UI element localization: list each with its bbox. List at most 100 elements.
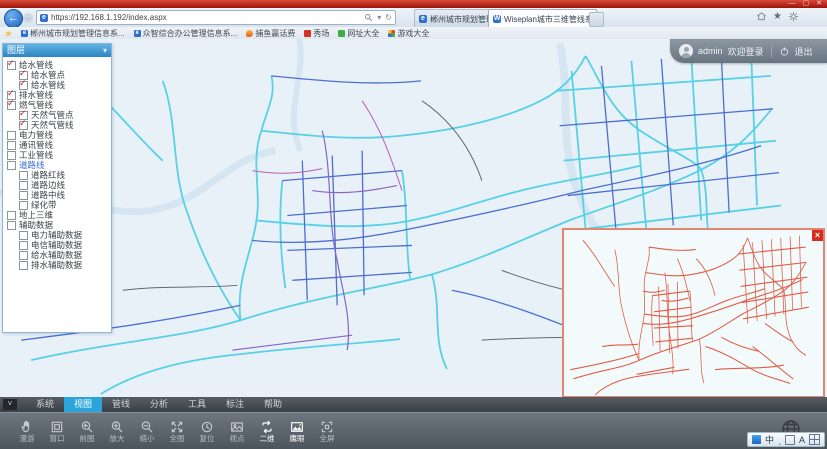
favorite-item[interactable]: 捕鱼赢话费: [246, 28, 295, 39]
toolbar-button-zoom-out[interactable]: 缩小: [133, 415, 161, 448]
checkbox[interactable]: [19, 191, 28, 200]
toolbar-button-zoom-in[interactable]: 放大: [103, 415, 131, 448]
favorite-label: 众智综合办公管理信息系...: [143, 28, 238, 39]
menu-tab-pipeline[interactable]: 管线: [102, 397, 140, 412]
menu-tab-annotate[interactable]: 标注: [216, 397, 254, 412]
address-dropdown-icon[interactable]: ▾: [377, 13, 381, 22]
ime-keyboard-icon[interactable]: [809, 434, 820, 445]
overview-close-button[interactable]: ×: [812, 230, 823, 241]
layer-item[interactable]: 天然气管线: [5, 120, 109, 130]
tab-wiseplan-3d[interactable]: W Wiseplan城市三维管线系... ×: [488, 9, 597, 28]
toolbar-button-previous-view[interactable]: 前图: [73, 415, 101, 448]
menu-tab-tools[interactable]: 工具: [178, 397, 216, 412]
layer-item[interactable]: 给水管线: [5, 80, 109, 90]
checkbox[interactable]: [19, 241, 28, 250]
favorites-icon[interactable]: ★: [773, 11, 782, 22]
layer-panel: 图层 ▾ 给水管线 给水管点 给水管线 排水管线 燃气管线 天然气管点 天然气管…: [2, 43, 112, 333]
home-icon[interactable]: [756, 11, 767, 22]
ime-punctuation-toggle[interactable]: ˏ: [778, 435, 781, 445]
red-app-icon: [304, 30, 311, 37]
layer-item[interactable]: 绿化带: [5, 200, 109, 210]
favorite-label: 游戏大全: [397, 28, 429, 39]
toolbar-button-fullscreen[interactable]: 全屏: [313, 415, 341, 448]
tab2-label: Wiseplan城市三维管线系...: [504, 14, 597, 25]
divider: [771, 45, 772, 58]
page-favicon-icon: e: [40, 14, 48, 22]
favorite-label: 郴州城市规划管理信息系...: [30, 28, 125, 39]
checkbox[interactable]: [7, 161, 16, 170]
layer-panel-header[interactable]: 图层 ▾: [3, 44, 111, 57]
ie-favicon-icon: e: [21, 30, 28, 37]
flame-icon: [246, 30, 253, 37]
checkbox[interactable]: [19, 121, 28, 130]
favorite-label: 秀场: [313, 28, 329, 39]
checkbox[interactable]: [7, 151, 16, 160]
menu-tab-system[interactable]: 系统: [26, 397, 64, 412]
url-text[interactable]: https://192.168.1.192/index.aspx: [51, 13, 361, 22]
gear-icon[interactable]: [788, 11, 799, 22]
checkbox[interactable]: [19, 171, 28, 180]
checkbox[interactable]: [7, 221, 16, 230]
checkbox[interactable]: [7, 131, 16, 140]
menu-tab-view[interactable]: 视图: [64, 397, 102, 412]
favorite-label: 捕鱼赢话费: [255, 28, 295, 39]
favorite-item[interactable]: 秀场: [304, 28, 329, 39]
ime-lang-toggle[interactable]: 中: [765, 433, 774, 446]
menu-tab-analysis[interactable]: 分析: [140, 397, 178, 412]
menu-bar: ˅ 系统 视图 管线 分析 工具 标注 帮助: [0, 397, 827, 412]
favorite-item[interactable]: e 众智综合办公管理信息系...: [134, 28, 238, 39]
ime-letter-toggle[interactable]: A: [799, 435, 805, 445]
layer-tree: 给水管线 给水管点 给水管线 排水管线 燃气管线 天然气管点 天然气管线 电力管…: [3, 57, 111, 270]
switch-2d-icon: [259, 419, 275, 435]
layer-item[interactable]: 道路中线: [5, 190, 109, 200]
power-icon[interactable]: [779, 46, 790, 57]
window-minimize-button[interactable]: —: [789, 0, 796, 8]
favorite-item[interactable]: e 郴州城市规划管理信息系...: [21, 28, 125, 39]
layer-item[interactable]: 排水辅助数据: [5, 260, 109, 270]
menu-tab-help[interactable]: 帮助: [254, 397, 292, 412]
checkbox[interactable]: [19, 81, 28, 90]
menu-collapse-button[interactable]: ˅: [3, 399, 17, 410]
checkbox[interactable]: [7, 101, 16, 110]
checkbox[interactable]: [7, 61, 16, 70]
favorites-star-icon[interactable]: [5, 30, 12, 37]
toolbar-button-window-zoom[interactable]: 窗口: [43, 415, 71, 448]
toolbar-button-eagle-eye[interactable]: 鹰眼: [283, 415, 311, 448]
tab-planning-system[interactable]: e 郴州城市规划管理信息系统: [414, 9, 496, 28]
back-button[interactable]: ←: [4, 9, 23, 28]
ime-bar[interactable]: 中 ˏ A: [747, 432, 825, 447]
window-zoom-icon: [49, 419, 65, 435]
checkbox[interactable]: [19, 201, 28, 210]
checkbox[interactable]: [19, 261, 28, 270]
toolbar-button-viewpoint[interactable]: 视点: [223, 415, 251, 448]
toolbar-button-reset[interactable]: 复位: [193, 415, 221, 448]
toolbar-button-pan[interactable]: 漫游: [13, 415, 41, 448]
checkbox[interactable]: [7, 211, 16, 220]
forward-button[interactable]: →: [23, 13, 33, 23]
address-bar[interactable]: e https://192.168.1.192/index.aspx ▾ ↻: [36, 10, 396, 25]
checkbox[interactable]: [19, 231, 28, 240]
map-viewport[interactable]: admin 欢迎登录 退出 图层 ▾ 给水管线 给水管点 给水管线 排水管线 燃…: [0, 39, 827, 397]
favorite-label: 网址大全: [347, 28, 379, 39]
overview-map[interactable]: ×: [562, 228, 825, 398]
favorite-item[interactable]: 游戏大全: [388, 28, 429, 39]
refresh-icon[interactable]: ↻: [385, 13, 392, 22]
checkbox[interactable]: [19, 181, 28, 190]
green-app-icon: [338, 30, 345, 37]
avatar: [679, 44, 693, 58]
search-icon[interactable]: [364, 13, 373, 22]
toolbar-button-full-extent[interactable]: 全图: [163, 415, 191, 448]
checkbox[interactable]: [19, 251, 28, 260]
panel-pin-icon[interactable]: ▾: [103, 44, 107, 57]
tab1-label: 郴州城市规划管理信息系统: [430, 14, 496, 25]
checkbox[interactable]: [7, 141, 16, 150]
ime-logo-icon[interactable]: [752, 435, 761, 444]
ime-fullwidth-icon[interactable]: [785, 435, 795, 445]
new-tab-button[interactable]: [589, 12, 604, 27]
window-close-button[interactable]: ✕: [816, 0, 822, 8]
viewpoint-icon: [229, 419, 245, 435]
window-maximize-button[interactable]: ▢: [803, 0, 810, 8]
favorite-item[interactable]: 网址大全: [338, 28, 379, 39]
logout-button[interactable]: 退出: [795, 45, 813, 58]
toolbar-button-2d[interactable]: 二维: [253, 415, 281, 448]
